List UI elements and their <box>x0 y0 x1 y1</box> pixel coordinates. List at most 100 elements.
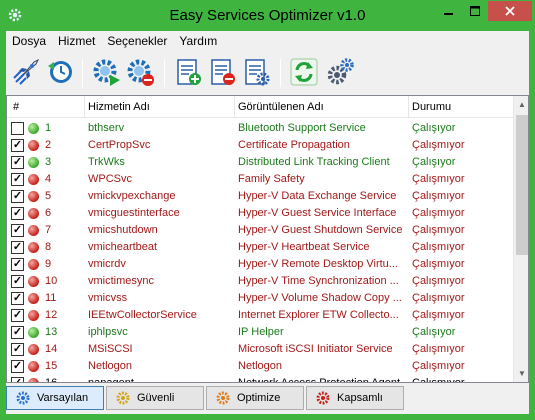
row-status: Çalışmıyor <box>412 360 465 372</box>
row-number: 10 <box>45 275 58 287</box>
table-row[interactable]: ✓ 11 vmicvss Hyper-V Volume Shadow Copy ...… <box>7 290 513 307</box>
refresh-icon[interactable] <box>288 56 320 88</box>
row-checkbox[interactable]: ✓ <box>11 377 24 382</box>
row-checkbox[interactable]: ✓ <box>11 275 24 288</box>
row-service-name: iphlpsvc <box>88 326 128 338</box>
menu-bar: Dosya Hizmet Seçenekler Yardım <box>6 31 529 51</box>
mode-default-label: Varsayılan <box>37 392 89 404</box>
row-checkbox[interactable]: ✓ <box>11 139 24 152</box>
services-list[interactable]: # Hizmetin Adı Görüntülenen Adı Durumu 1… <box>6 95 529 383</box>
list-remove-icon[interactable] <box>206 56 238 88</box>
row-checkbox[interactable]: ✓ <box>11 241 24 254</box>
table-row[interactable]: ✓ 16 napagent Network Access Protection Age… <box>7 375 513 383</box>
mode-comprehensive-button[interactable]: Kapsamlı <box>306 386 404 410</box>
running-status-icon <box>28 327 39 338</box>
mode-safe-button[interactable]: Güvenli <box>106 386 204 410</box>
table-row[interactable]: ✓ 14 MSiSCSI Microsoft iSCSI Initiator Serv… <box>7 341 513 358</box>
row-display-name: Netlogon <box>238 360 283 372</box>
table-row[interactable]: ✓ 8 vmicheartbeat Hyper-V Heartbeat Service… <box>7 239 513 256</box>
column-status[interactable]: Durumu <box>412 101 451 113</box>
row-number: 8 <box>45 241 52 253</box>
table-row[interactable]: 1 bthserv Bluetooth Support Service Çalışıy… <box>7 120 513 137</box>
row-checkbox[interactable]: ✓ <box>11 190 24 203</box>
rocket-icon[interactable] <box>10 56 42 88</box>
title-bar[interactable]: Easy Services Optimizer v1.0 <box>0 0 535 31</box>
row-checkbox[interactable]: ✓ <box>11 343 24 356</box>
table-row[interactable]: ✓ 6 vmicguestinterface Hyper-V Guest Servic… <box>7 205 513 222</box>
maximize-button[interactable] <box>462 1 488 21</box>
vertical-scrollbar[interactable]: ▲ ▼ <box>513 96 528 382</box>
scroll-up-icon[interactable]: ▲ <box>514 96 528 113</box>
row-display-name: Network Access Protection Agent <box>238 377 401 383</box>
column-number[interactable]: # <box>13 101 19 113</box>
column-display-name[interactable]: Görüntülenen Adı <box>238 101 324 113</box>
mode-default-button[interactable]: Varsayılan <box>6 386 104 410</box>
row-checkbox[interactable]: ✓ <box>11 309 24 322</box>
stop-service-icon[interactable] <box>124 56 156 88</box>
row-number: 11 <box>45 292 57 304</box>
row-checkbox[interactable]: ✓ <box>11 156 24 169</box>
restore-icon[interactable] <box>44 56 76 88</box>
row-status: Çalışmıyor <box>412 343 465 355</box>
menu-dosya[interactable]: Dosya <box>6 31 52 51</box>
row-display-name: Internet Explorer ETW Collecto... <box>238 309 399 321</box>
list-add-icon[interactable] <box>172 56 204 88</box>
row-status: Çalışmıyor <box>412 241 465 253</box>
table-row[interactable]: ✓ 5 vmickvpexchange Hyper-V Data Exchange S… <box>7 188 513 205</box>
mode-optimize-button[interactable]: Optimize <box>206 386 304 410</box>
stopped-status-icon <box>28 310 39 321</box>
row-display-name: IP Helper <box>238 326 284 338</box>
table-row[interactable]: ✓ 4 WPCSvc Family Safety Çalışmıyor <box>7 171 513 188</box>
column-separator[interactable] <box>234 96 235 118</box>
column-separator[interactable] <box>408 96 409 118</box>
row-checkbox[interactable]: ✓ <box>11 326 24 339</box>
menu-secenekler[interactable]: Seçenekler <box>101 31 173 51</box>
table-row[interactable]: ✓ 15 Netlogon Netlogon Çalışmıyor <box>7 358 513 375</box>
start-service-icon[interactable] <box>90 56 122 88</box>
row-display-name: Microsoft iSCSI Initiator Service <box>238 343 393 355</box>
row-display-name: Distributed Link Tracking Client <box>238 156 390 168</box>
column-separator[interactable] <box>84 96 85 118</box>
table-row[interactable]: ✓ 12 IEEtwCollectorService Internet Explore… <box>7 307 513 324</box>
scroll-thumb[interactable] <box>516 115 528 255</box>
app-window: Easy Services Optimizer v1.0 Dosya Hizme… <box>0 0 535 420</box>
row-checkbox[interactable]: ✓ <box>11 207 24 220</box>
minimize-button[interactable] <box>436 1 462 21</box>
stopped-status-icon <box>28 191 39 202</box>
settings-gears-icon[interactable] <box>324 56 356 88</box>
stopped-status-icon <box>28 208 39 219</box>
row-checkbox[interactable]: ✓ <box>11 173 24 186</box>
table-row[interactable]: ✓ 9 vmicrdv Hyper-V Remote Desktop Virtu...… <box>7 256 513 273</box>
row-display-name: Certificate Propagation <box>238 139 350 151</box>
row-service-name: vmicheartbeat <box>88 241 158 253</box>
gear-orange-icon <box>216 391 230 405</box>
close-button[interactable] <box>488 1 532 21</box>
row-number: 5 <box>45 190 52 202</box>
table-row[interactable]: ✓ 3 TrkWks Distributed Link Tracking Client… <box>7 154 513 171</box>
close-icon <box>505 6 515 16</box>
stopped-status-icon <box>28 242 39 253</box>
menu-hizmet[interactable]: Hizmet <box>52 31 101 51</box>
gear-blue-icon <box>16 391 30 405</box>
row-service-name: Netlogon <box>88 360 133 372</box>
table-row[interactable]: ✓ 7 vmicshutdown Hyper-V Guest Shutdown Ser… <box>7 222 513 239</box>
row-status: Çalışmıyor <box>412 207 465 219</box>
row-checkbox[interactable]: ✓ <box>11 292 24 305</box>
table-row[interactable]: ✓ 2 CertPropSvc Certificate Propagation Çalı… <box>7 137 513 154</box>
row-service-name: vmickvpexchange <box>88 190 176 202</box>
gear-red-icon <box>316 391 330 405</box>
row-status: Çalışıyor <box>412 122 456 134</box>
row-checkbox[interactable] <box>11 122 24 135</box>
scroll-down-icon[interactable]: ▼ <box>514 365 528 382</box>
row-service-name: bthserv <box>88 122 125 134</box>
menu-yardim[interactable]: Yardım <box>173 31 223 51</box>
table-row[interactable]: ✓ 13 iphlpsvc IP Helper Çalışıyor <box>7 324 513 341</box>
table-row[interactable]: ✓ 10 vmictimesync Hyper-V Time Synchronizat… <box>7 273 513 290</box>
row-checkbox[interactable]: ✓ <box>11 360 24 373</box>
row-checkbox[interactable]: ✓ <box>11 224 24 237</box>
row-number: 6 <box>45 207 52 219</box>
list-settings-icon[interactable] <box>240 56 272 88</box>
client-area: Dosya Hizmet Seçenekler Yardım # Hizmeti… <box>6 31 529 414</box>
row-checkbox[interactable]: ✓ <box>11 258 24 271</box>
column-service-name[interactable]: Hizmetin Adı <box>88 101 150 113</box>
